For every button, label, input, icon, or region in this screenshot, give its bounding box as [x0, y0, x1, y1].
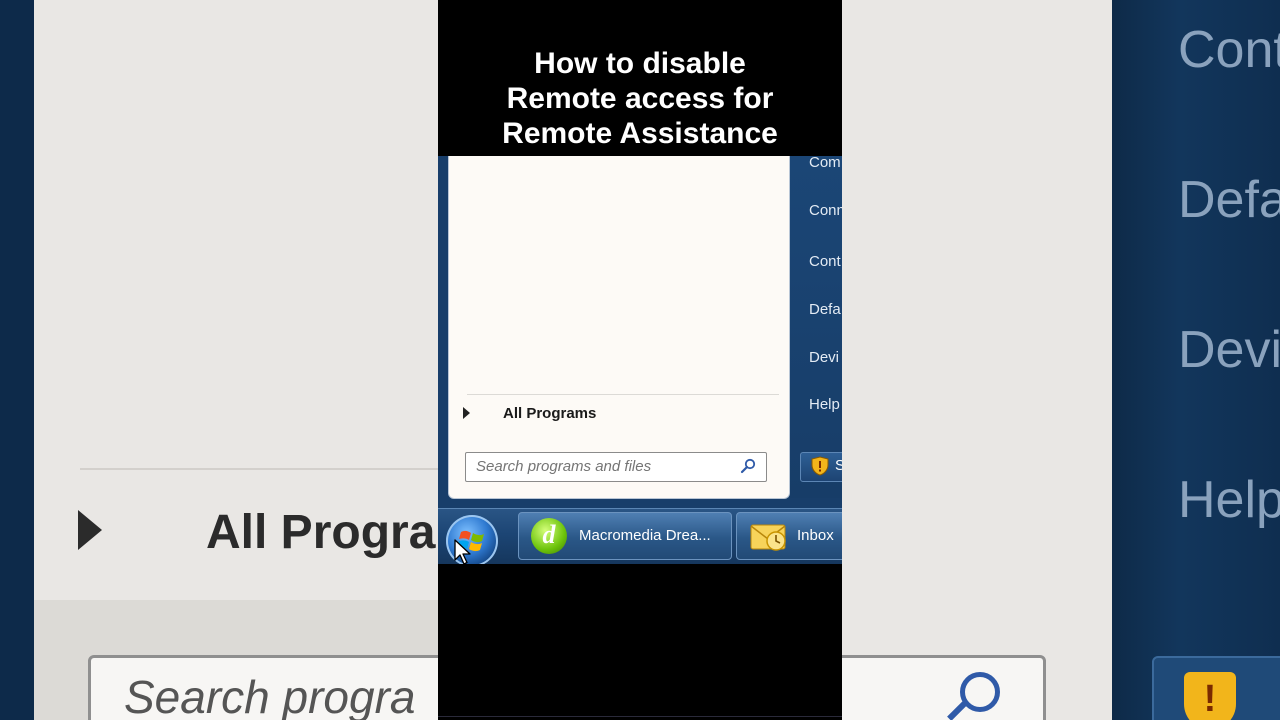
- taskbar-button-inbox[interactable]: Inbox: [736, 512, 842, 560]
- taskbar-button-dreamweaver[interactable]: d Macromedia Drea...: [518, 512, 732, 560]
- background-right-zoom: Cont Defa Devi Help !: [842, 0, 1280, 720]
- background-all-programs-text: All Progra: [206, 506, 436, 559]
- start-search-box[interactable]: [465, 452, 767, 482]
- shutdown-button[interactable]: S: [800, 452, 842, 482]
- shield-icon: [811, 456, 829, 476]
- start-menu-programs-pane: All Programs: [448, 156, 790, 499]
- all-programs-button[interactable]: All Programs: [449, 400, 789, 430]
- right-pane-item-connect-to[interactable]: Conn: [809, 202, 842, 219]
- background-search-box-right: [842, 655, 1046, 720]
- background-window-frame: [0, 0, 34, 720]
- background-shield-icon: !: [1184, 672, 1236, 720]
- search-input[interactable]: [476, 458, 726, 475]
- background-arrow-icon: [78, 510, 102, 550]
- background-right-item: Cont: [1178, 21, 1280, 79]
- video-frame: How to disable Remote access for Remote …: [438, 0, 842, 720]
- dreamweaver-icon: d: [531, 518, 567, 554]
- start-menu-separator: [467, 394, 779, 395]
- start-menu-right-pane: Com Conn Cont Defa Devi Help: [790, 156, 842, 498]
- video-progress-line: [438, 716, 842, 717]
- title-line-1: How to disable: [534, 47, 746, 80]
- background-search-placeholder: Search progra: [124, 671, 416, 720]
- background-right-item: Defa: [1178, 171, 1280, 229]
- desktop-screenshot: All Programs Com Conn Cont Defa Devi Hel…: [438, 156, 842, 564]
- shutdown-label: S: [835, 457, 842, 474]
- background-separator: [80, 468, 438, 470]
- video-title: How to disable Remote access for Remote …: [438, 46, 842, 151]
- right-pane-item-default-programs[interactable]: Defa: [809, 301, 841, 318]
- background-right-item: Devi: [1178, 321, 1280, 379]
- title-line-2: Remote access for: [506, 82, 774, 115]
- search-icon[interactable]: [740, 458, 756, 474]
- title-line-3: Remote Assistance: [502, 117, 778, 150]
- background-right-item: Help: [1178, 471, 1280, 529]
- right-pane-item-help[interactable]: Help: [809, 396, 840, 413]
- taskbar: d Macromedia Drea... Inbox: [438, 508, 842, 564]
- background-left-zoom: All Progra Search progra: [0, 0, 438, 720]
- taskbar-button-label: Macromedia Drea...: [579, 527, 711, 544]
- arrow-right-icon: [463, 407, 470, 419]
- all-programs-label: All Programs: [503, 405, 597, 422]
- taskbar-button-label: Inbox: [797, 527, 834, 544]
- right-pane-item-control-panel[interactable]: Cont: [809, 253, 841, 270]
- right-pane-item-devices[interactable]: Devi: [809, 349, 839, 366]
- right-pane-item-computer[interactable]: Com: [809, 156, 841, 171]
- outlook-envelope-icon: [750, 524, 786, 551]
- mouse-cursor-icon: [454, 539, 471, 564]
